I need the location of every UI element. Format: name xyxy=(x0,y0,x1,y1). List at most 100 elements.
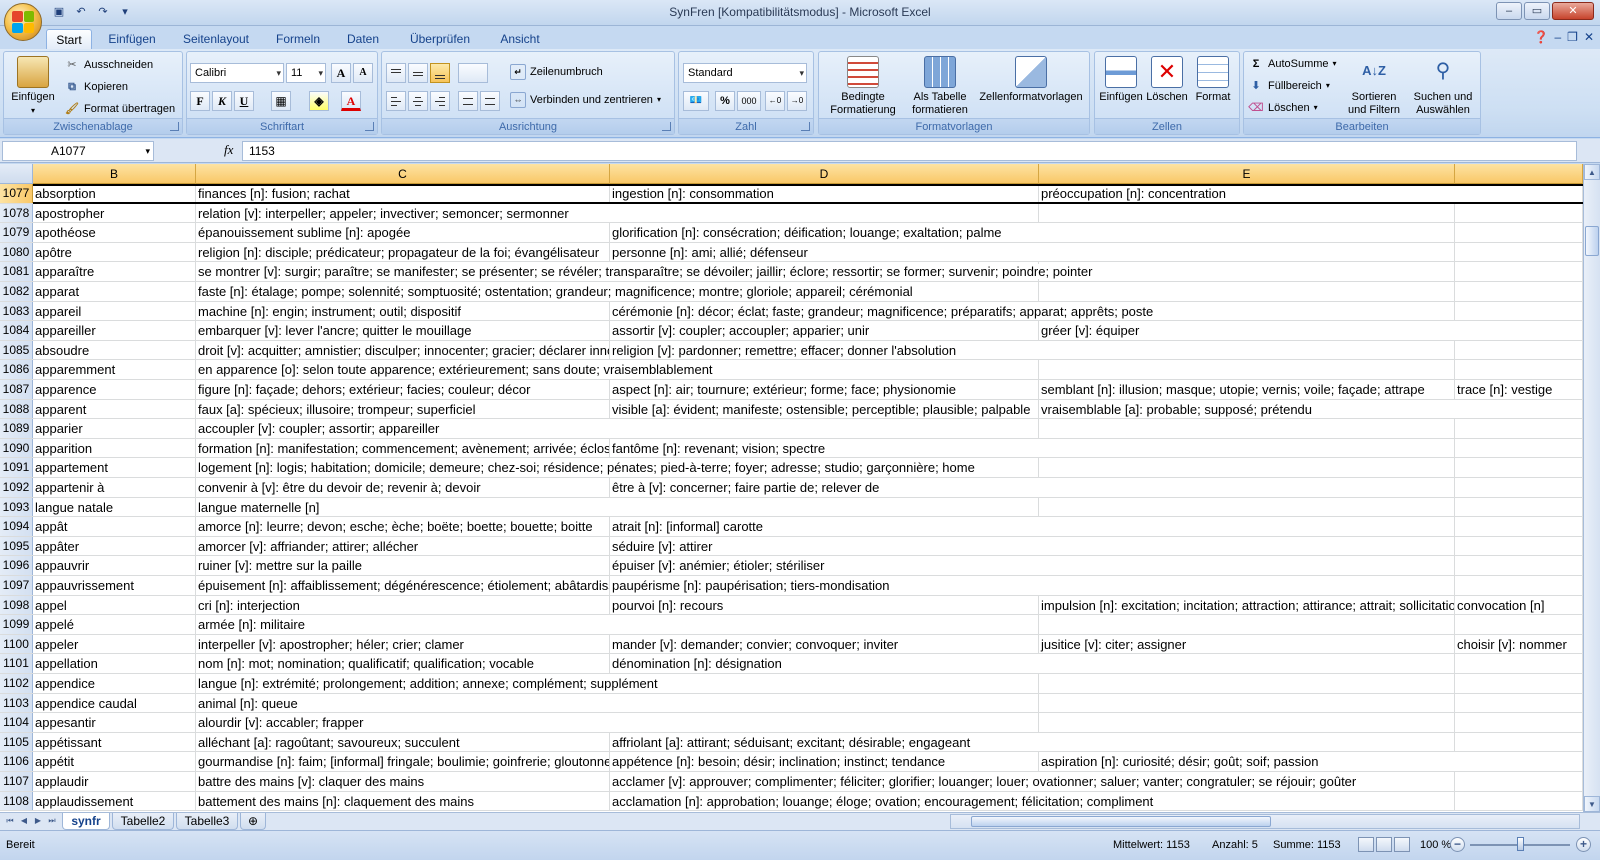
decrease-indent-icon[interactable] xyxy=(458,91,478,111)
prev-sheet-icon[interactable]: ◀ xyxy=(18,815,30,827)
cell-b[interactable]: appareil xyxy=(33,301,196,321)
cell-d[interactable]: visible [a]: évident; manifeste; ostensi… xyxy=(610,399,1039,419)
cell-d[interactable]: religion [v]: pardonner; remettre; effac… xyxy=(610,341,1583,360)
cell-b[interactable]: appelé xyxy=(33,615,196,634)
cell-d[interactable]: mander [v]: demander; convier; convoquer… xyxy=(610,634,1039,654)
cell-b[interactable]: appeler xyxy=(33,634,196,654)
font-size-combo[interactable]: 11 xyxy=(286,63,326,83)
align-left-icon[interactable] xyxy=(386,91,406,111)
underline-icon[interactable]: U xyxy=(234,91,254,111)
fill-color-icon[interactable]: ◈ xyxy=(309,91,329,111)
cell-d[interactable]: aspect [n]: air; tournure; extérieur; fo… xyxy=(610,380,1039,399)
doc-restore-icon[interactable]: ❐ xyxy=(1567,30,1578,44)
cell-c[interactable]: ruiner [v]: mettre sur la paille xyxy=(196,556,610,575)
row-header[interactable]: 1080 xyxy=(0,242,33,262)
cell-b[interactable]: appareiller xyxy=(33,321,196,340)
tab-view[interactable]: Ansicht xyxy=(490,29,550,49)
name-box[interactable]: A1077 xyxy=(2,141,154,161)
formula-input[interactable]: 1153 xyxy=(242,141,1577,161)
cell-e[interactable]: préoccupation [n]: concentration xyxy=(1039,184,1583,203)
align-middle-icon[interactable] xyxy=(408,63,428,83)
page-break-view-icon[interactable] xyxy=(1394,837,1410,852)
vertical-scrollbar[interactable]: ▲ ▼ xyxy=(1583,164,1600,812)
sheet-tab-tabelle3[interactable]: Tabelle3 xyxy=(176,813,238,830)
maximize-button[interactable]: ▭ xyxy=(1524,2,1550,20)
cell-c[interactable]: épanouissement sublime [n]: apogée xyxy=(196,223,610,242)
paste-button[interactable]: Einfügen ▾ xyxy=(8,56,58,117)
cell-f[interactable]: trace [n]: vestige xyxy=(1455,380,1583,399)
tab-page-layout[interactable]: Seitenlayout xyxy=(176,29,256,49)
row-header[interactable]: 1089 xyxy=(0,419,33,438)
row-header[interactable]: 1090 xyxy=(0,438,33,458)
alignment-launcher-icon[interactable] xyxy=(662,122,671,131)
cell-d[interactable]: être à [v]: concerner; faire partie de; … xyxy=(610,478,1583,497)
clipboard-launcher-icon[interactable] xyxy=(170,122,179,131)
currency-icon[interactable]: 💶 xyxy=(683,91,709,111)
cell-b[interactable]: apparaître xyxy=(33,262,196,281)
wrap-text-button[interactable]: ↵ Zeilenumbruch xyxy=(510,62,603,82)
scroll-up-icon[interactable]: ▲ xyxy=(1584,164,1600,180)
cell-d[interactable]: acclamation [n]: approbation; louange; é… xyxy=(610,792,1583,811)
cell-c[interactable]: convenir à [v]: être du devoir de; reven… xyxy=(196,478,610,497)
cell-c[interactable]: langue [n]: extrémité; prolongement; add… xyxy=(196,674,1583,693)
cell-c[interactable]: nom [n]: mot; nomination; qualificatif; … xyxy=(196,654,610,673)
cell-d[interactable]: ingestion [n]: consommation xyxy=(610,184,1039,203)
column-header-e[interactable]: E xyxy=(1039,164,1455,184)
cell-c[interactable]: figure [n]: façade; dehors; extérieur; f… xyxy=(196,380,610,399)
number-launcher-icon[interactable] xyxy=(801,122,810,131)
cell-b[interactable]: apparier xyxy=(33,419,196,438)
cell-b[interactable]: appartement xyxy=(33,458,196,477)
help-icon[interactable]: ❓ xyxy=(1534,30,1549,44)
row-header[interactable]: 1094 xyxy=(0,517,33,536)
borders-icon[interactable]: ▦ xyxy=(271,91,291,111)
sheet-tab-tabelle2[interactable]: Tabelle2 xyxy=(112,813,174,830)
cell-d[interactable]: dénomination [n]: désignation xyxy=(610,654,1583,673)
normal-view-icon[interactable] xyxy=(1358,837,1374,852)
row-header[interactable]: 1103 xyxy=(0,693,33,713)
cell-c[interactable]: en apparence [o]: selon toute apparence;… xyxy=(196,360,1583,379)
row-header[interactable]: 1095 xyxy=(0,536,33,556)
row-header[interactable]: 1079 xyxy=(0,223,33,242)
cell-c[interactable]: formation [n]: manifestation; commenceme… xyxy=(196,438,610,458)
horizontal-scrollbar[interactable] xyxy=(950,814,1580,829)
cell-b[interactable]: apothéose xyxy=(33,223,196,242)
format-as-table-button[interactable]: Als Tabelle formatieren xyxy=(905,56,975,117)
tab-formulas[interactable]: Formeln xyxy=(268,29,328,49)
next-sheet-icon[interactable]: ▶ xyxy=(32,815,44,827)
cell-e[interactable]: semblant [n]: illusion; masque; utopie; … xyxy=(1039,380,1455,399)
row-header[interactable]: 1101 xyxy=(0,654,33,673)
cell-b[interactable]: apparemment xyxy=(33,360,196,379)
cell-b[interactable]: langue natale xyxy=(33,497,196,517)
tab-data[interactable]: Daten xyxy=(338,29,388,49)
cell-styles-button[interactable]: Zellenformatvorlagen xyxy=(975,56,1087,104)
decrease-decimal-icon[interactable]: →0 xyxy=(787,91,807,111)
new-sheet-icon[interactable]: ⊕ xyxy=(240,813,266,830)
cell-c[interactable]: amorcer [v]: affriander; attirer; alléch… xyxy=(196,536,610,556)
column-header-b[interactable]: B xyxy=(33,164,196,184)
zoom-level[interactable]: 100 % xyxy=(1420,839,1451,851)
increase-decimal-icon[interactable]: ←0 xyxy=(765,91,785,111)
find-select-button[interactable]: ⚲ Suchen und Auswählen xyxy=(1408,56,1478,117)
row-header[interactable]: 1083 xyxy=(0,301,33,321)
page-layout-view-icon[interactable] xyxy=(1376,837,1392,852)
cell-f[interactable]: choisir [v]: nommer xyxy=(1455,634,1583,654)
font-launcher-icon[interactable] xyxy=(365,122,374,131)
scroll-down-icon[interactable]: ▼ xyxy=(1584,796,1600,812)
cell-b[interactable]: appauvrir xyxy=(33,556,196,575)
row-header[interactable]: 1088 xyxy=(0,399,33,419)
cell-d[interactable]: atrait [n]: [informal] carotte xyxy=(610,517,1583,536)
doc-close-icon[interactable]: ✕ xyxy=(1584,30,1594,44)
cell-b[interactable]: apostropher xyxy=(33,203,196,223)
format-cells-button[interactable]: Format xyxy=(1191,56,1235,104)
row-header[interactable]: 1100 xyxy=(0,634,33,654)
font-color-icon[interactable]: A xyxy=(341,91,361,111)
row-header[interactable]: 1106 xyxy=(0,752,33,771)
cell-c[interactable]: gourmandise [n]: faim; [informal] fringa… xyxy=(196,752,610,771)
office-button[interactable] xyxy=(4,3,42,41)
last-sheet-icon[interactable]: ⏭ xyxy=(46,815,58,827)
cell-b[interactable]: appétit xyxy=(33,752,196,771)
cell-b[interactable]: appendice xyxy=(33,674,196,693)
column-header-d[interactable]: D xyxy=(610,164,1039,184)
row-header[interactable]: 1082 xyxy=(0,282,33,301)
cell-c[interactable]: langue maternelle [n] xyxy=(196,498,1583,517)
